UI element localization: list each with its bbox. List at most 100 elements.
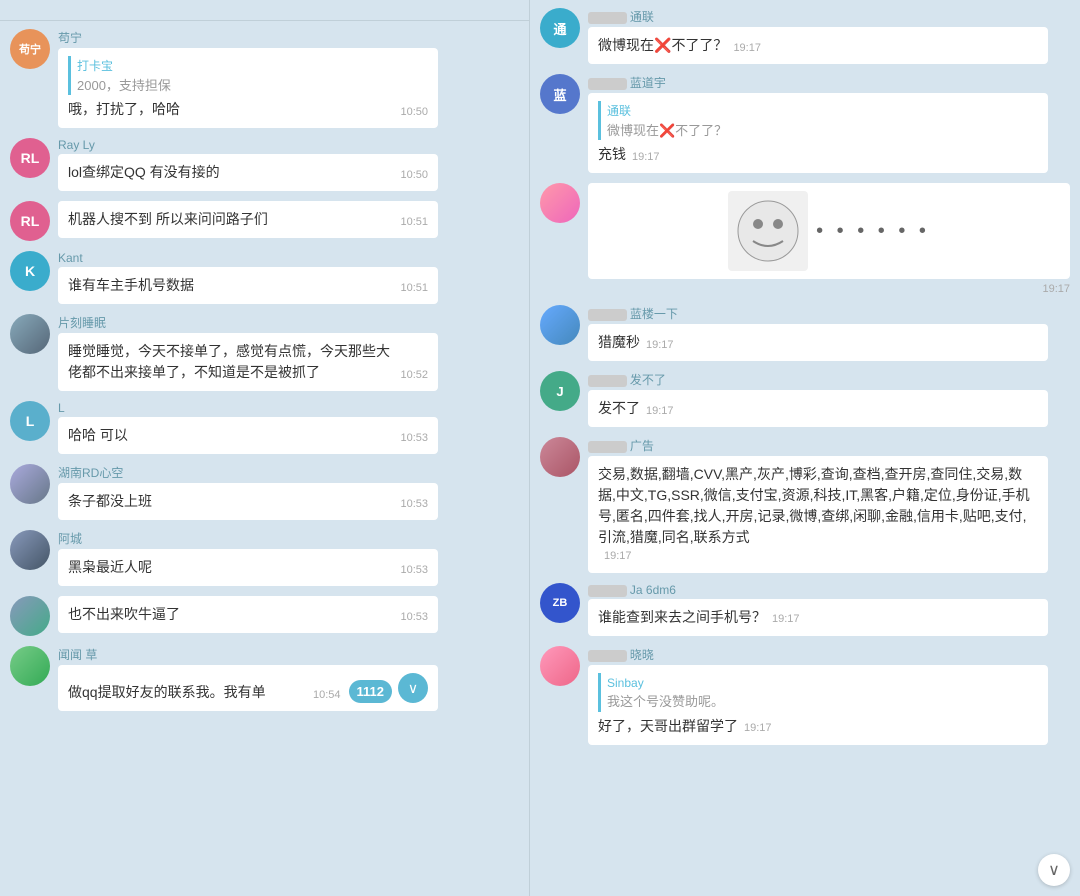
bubble-area: Ja 6dm6 谁能查到来去之间手机号？19:17 bbox=[588, 583, 1070, 636]
message-bubble[interactable]: 发不了 19:17 bbox=[588, 390, 1048, 427]
avatar bbox=[540, 437, 580, 477]
sender-name: Kant bbox=[58, 251, 519, 265]
message-bubble[interactable]: 也不出来吹牛逼了10:53 bbox=[58, 596, 438, 633]
list-item[interactable]: 阿城黑枭最近人呢 10:53 bbox=[10, 530, 519, 586]
message-time: 19:17 bbox=[733, 40, 761, 57]
sender-name: 发不了 bbox=[588, 371, 1070, 388]
avatar: ZB bbox=[540, 583, 580, 623]
bubble-area: 蓝道宇通联微博现在❌不了了？充钱19:17 bbox=[588, 74, 1070, 173]
bubble-area: 机器人搜不到 所以来问问路子们10:51 bbox=[58, 201, 519, 238]
message-time: 19:17 bbox=[646, 403, 674, 420]
sender-name: 苟宁 bbox=[58, 29, 519, 46]
messages-list[interactable]: 苟宁苟宁打卡宝2000，支持担保哦，打扰了，哈哈10:50RLRay Lylol… bbox=[0, 21, 529, 896]
message-bubble[interactable]: 哈哈 可以10:53 bbox=[58, 417, 438, 454]
message-bubble[interactable]: 谁有车主手机号数据10:51 bbox=[58, 267, 438, 304]
message-text: 做qq提取好友的联系我。我有单 bbox=[68, 682, 307, 703]
bubble-area: 晓晓 Sinbay我这个号没赞助呢。好了，天哥出群留学了19:17 bbox=[588, 646, 1070, 745]
list-item[interactable]: LL哈哈 可以10:53 bbox=[10, 401, 519, 454]
sender-name: 蓝楼一下 bbox=[588, 305, 1070, 322]
message-time: 10:53 bbox=[400, 562, 428, 579]
avatar bbox=[540, 646, 580, 686]
message-bubble[interactable]: 猎魔秒19:17 bbox=[588, 324, 1048, 361]
message-bubble[interactable]: 机器人搜不到 所以来问问路子们10:51 bbox=[58, 201, 438, 238]
list-item[interactable]: 闻闻 草做qq提取好友的联系我。我有单10:541112∨ bbox=[10, 646, 519, 711]
message-time: 19:17 bbox=[772, 611, 800, 628]
avatar: L bbox=[10, 401, 50, 441]
list-item[interactable]: 蓝楼一下猎魔秒19:17 bbox=[540, 305, 1070, 361]
avatar: RL bbox=[10, 138, 50, 178]
bubble-area: 也不出来吹牛逼了10:53 bbox=[58, 596, 519, 633]
list-item[interactable]: 湖南RD心空条子都没上班10:53 bbox=[10, 464, 519, 520]
sender-name: 广告 bbox=[588, 437, 1070, 454]
list-item[interactable]: 也不出来吹牛逼了10:53 bbox=[10, 596, 519, 636]
list-item[interactable]: 通 通联微博现在❌不了了？19:17 bbox=[540, 8, 1070, 64]
header bbox=[0, 0, 529, 21]
avatar bbox=[540, 305, 580, 345]
cross-icon: ❌ bbox=[654, 37, 671, 53]
scroll-button[interactable]: ∨ bbox=[398, 673, 428, 703]
message-text: 条子都没上班 bbox=[68, 491, 394, 512]
message-time: 10:52 bbox=[400, 367, 428, 384]
avatar bbox=[10, 464, 50, 504]
list-item[interactable]: 苟宁苟宁打卡宝2000，支持担保哦，打扰了，哈哈10:50 bbox=[10, 29, 519, 128]
message-text: 黑枭最近人呢 bbox=[68, 557, 394, 578]
list-item[interactable]: ZB Ja 6dm6 谁能查到来去之间手机号？19:17 bbox=[540, 583, 1070, 636]
message-time: 19:17 bbox=[744, 720, 772, 737]
sender-name: Ray Ly bbox=[58, 138, 519, 152]
avatar: 通 bbox=[540, 8, 580, 48]
avatar bbox=[10, 646, 50, 686]
bubble-area: 蓝楼一下猎魔秒19:17 bbox=[588, 305, 1070, 361]
bubble-area: Ray Ly lol查绑定QQ 有没有接的10:50 bbox=[58, 138, 519, 191]
bubble-area: 苟宁打卡宝2000，支持担保哦，打扰了，哈哈10:50 bbox=[58, 29, 519, 128]
message-time: 10:53 bbox=[400, 609, 428, 626]
avatar bbox=[10, 314, 50, 354]
message-bubble[interactable]: 打卡宝2000，支持担保哦，打扰了，哈哈10:50 bbox=[58, 48, 438, 128]
quoted-text: 通联微博现在❌不了了？ bbox=[598, 101, 1038, 140]
avatar: 蓝 bbox=[540, 74, 580, 114]
unread-badge: 1112 bbox=[349, 680, 393, 704]
message-bubble[interactable]: 黑枭最近人呢 10:53 bbox=[58, 549, 438, 586]
message-text: 充钱 bbox=[598, 144, 626, 165]
list-item[interactable]: J 发不了发不了19:17 bbox=[540, 371, 1070, 427]
bubble-area: 通联微博现在❌不了了？19:17 bbox=[588, 8, 1070, 64]
message-bubble[interactable]: 条子都没上班10:53 bbox=[58, 483, 438, 520]
message-bubble[interactable]: lol查绑定QQ 有没有接的10:50 bbox=[58, 154, 438, 191]
bubble-area: Kant 谁有车主手机号数据10:51 bbox=[58, 251, 519, 304]
message-bubble[interactable]: 微博现在❌不了了？19:17 bbox=[588, 27, 1048, 64]
message-text: 交易,数据,翻墙,CVV,黑产,灰产,博彩,查询,查档,查开房,查同住,交易,数… bbox=[598, 464, 1038, 548]
list-item[interactable]: KKant谁有车主手机号数据10:51 bbox=[10, 251, 519, 304]
bubble-area: 闻闻 草做qq提取好友的联系我。我有单10:541112∨ bbox=[58, 646, 519, 711]
sender-name: 阿城 bbox=[58, 530, 519, 547]
message-text: 睡觉睡觉，今天不接单了，感觉有点慌，今天那些大佬都不出来接单了，不知道是不是被抓… bbox=[68, 341, 394, 383]
message-time: 10:51 bbox=[400, 214, 428, 231]
right-panel[interactable]: 通 通联微博现在❌不了了？19:17蓝 蓝道宇通联微博现在❌不了了？充钱19:1… bbox=[530, 0, 1080, 896]
message-time: 19:17 bbox=[604, 548, 632, 565]
list-item[interactable]: 广告交易,数据,翻墙,CVV,黑产,灰产,博彩,查询,查档,查开房,查同住,交易… bbox=[540, 437, 1070, 573]
list-item[interactable]: • • • • • •19:17 bbox=[540, 183, 1070, 295]
list-item[interactable]: RL Ray Ly lol查绑定QQ 有没有接的10:50 bbox=[10, 138, 519, 191]
sender-name: 闻闻 草 bbox=[58, 646, 519, 663]
message-bubble[interactable]: Sinbay我这个号没赞助呢。好了，天哥出群留学了19:17 bbox=[588, 665, 1048, 745]
bubble-area: • • • • • •19:17 bbox=[588, 183, 1070, 295]
sender-name: 晓晓 bbox=[588, 646, 1070, 663]
message-bubble[interactable]: 睡觉睡觉，今天不接单了，感觉有点慌，今天那些大佬都不出来接单了，不知道是不是被抓… bbox=[58, 333, 438, 391]
message-bubble[interactable]: 谁能查到来去之间手机号？19:17 bbox=[588, 599, 1048, 636]
list-item[interactable]: RL机器人搜不到 所以来问问路子们10:51 bbox=[10, 201, 519, 241]
bubble-area: 广告交易,数据,翻墙,CVV,黑产,灰产,博彩,查询,查档,查开房,查同住,交易… bbox=[588, 437, 1070, 573]
bubble-area: 片刻睡眠睡觉睡觉，今天不接单了，感觉有点慌，今天那些大佬都不出来接单了，不知道是… bbox=[58, 314, 519, 391]
avatar: J bbox=[540, 371, 580, 411]
message-time: 19:17 bbox=[588, 283, 1070, 295]
message-bubble[interactable]: 交易,数据,翻墙,CVV,黑产,灰产,博彩,查询,查档,查开房,查同住,交易,数… bbox=[588, 456, 1048, 573]
message-text: 哦，打扰了，哈哈 bbox=[68, 99, 394, 120]
quoted-text: 打卡宝2000，支持担保 bbox=[68, 56, 428, 95]
list-item[interactable]: 晓晓 Sinbay我这个号没赞助呢。好了，天哥出群留学了19:17 bbox=[540, 646, 1070, 745]
scroll-down-button[interactable]: ∨ bbox=[1038, 854, 1070, 886]
list-item[interactable]: 片刻睡眠睡觉睡觉，今天不接单了，感觉有点慌，今天那些大佬都不出来接单了，不知道是… bbox=[10, 314, 519, 391]
message-text: 发不了 bbox=[598, 398, 640, 419]
message-text: lol查绑定QQ 有没有接的 bbox=[68, 162, 394, 183]
message-bubble[interactable]: 做qq提取好友的联系我。我有单10:541112∨ bbox=[58, 665, 438, 711]
sender-name: Ja 6dm6 bbox=[588, 583, 1070, 597]
list-item[interactable]: 蓝 蓝道宇通联微博现在❌不了了？充钱19:17 bbox=[540, 74, 1070, 173]
bubble-area: L哈哈 可以10:53 bbox=[58, 401, 519, 454]
message-bubble[interactable]: 通联微博现在❌不了了？充钱19:17 bbox=[588, 93, 1048, 173]
